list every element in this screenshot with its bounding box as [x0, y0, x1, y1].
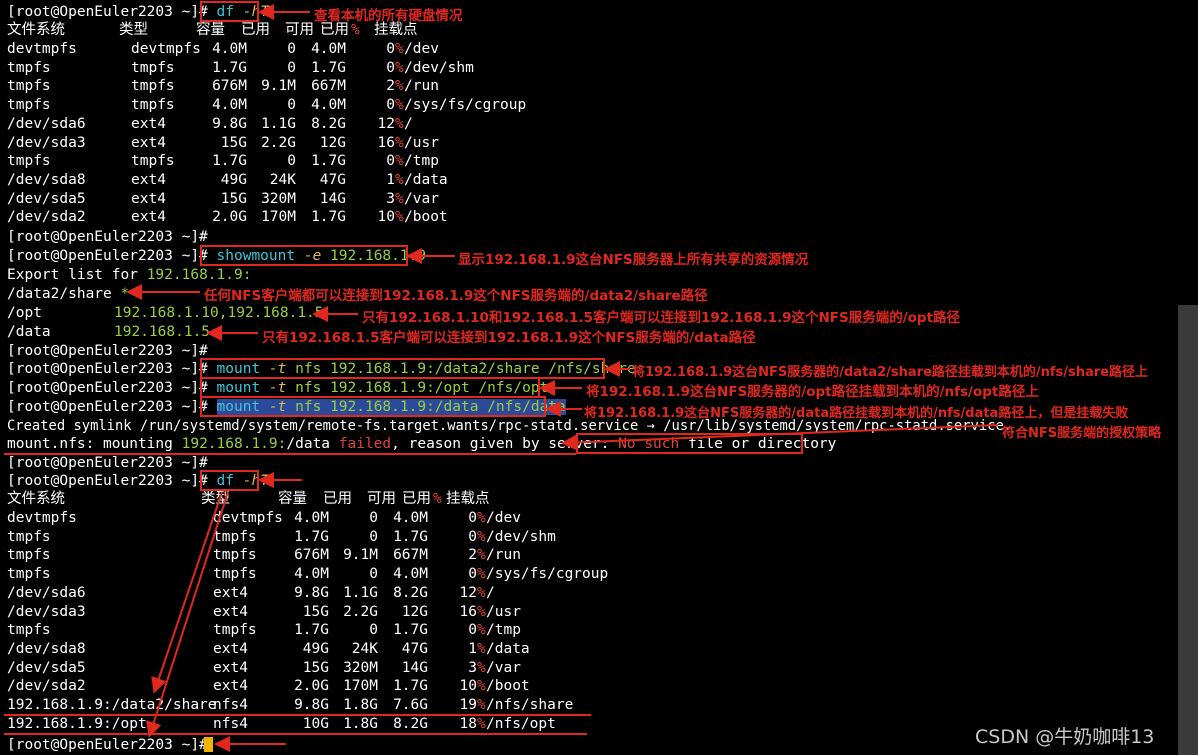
- scrollbar[interactable]: [1178, 305, 1198, 755]
- watermark: CSDN @牛奶咖啡13: [975, 726, 1155, 748]
- arrow: [561, 424, 999, 451]
- annotation-arrows: [126, 4, 999, 752]
- arrow: [146, 491, 229, 738]
- arrow: [151, 491, 223, 694]
- terminal-window[interactable]: [root@OpenEuler2203 ~]# df -hT 文件系统 类型 容量已…: [0, 0, 1198, 755]
